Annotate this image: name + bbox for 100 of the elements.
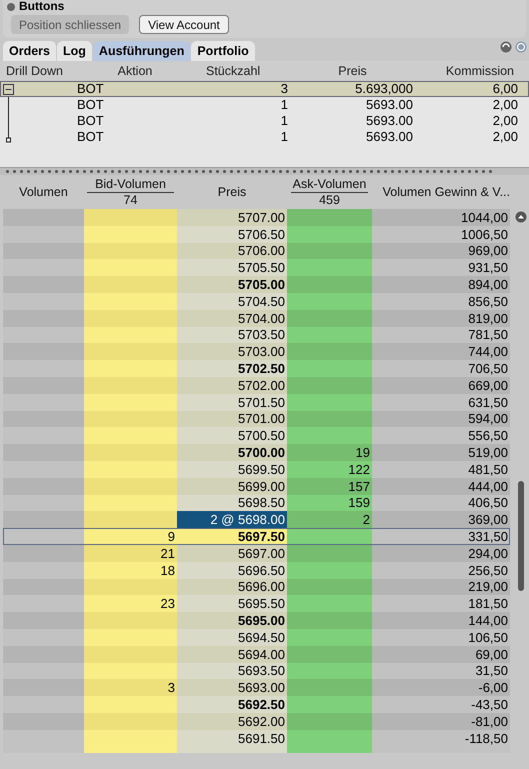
ask-cell[interactable]	[287, 679, 372, 696]
ask-cell[interactable]	[287, 376, 372, 394]
bid-cell[interactable]	[84, 444, 177, 461]
tab[interactable]: Portfolio	[191, 41, 255, 61]
price-cell[interactable]: 5702.50	[177, 360, 287, 377]
price-cell[interactable]: 5695.00	[177, 612, 287, 629]
price-cell[interactable]: 5705.00	[177, 276, 287, 293]
bid-cell[interactable]	[84, 376, 177, 394]
ask-cell[interactable]	[287, 528, 372, 545]
bid-cell[interactable]	[84, 460, 177, 478]
ask-cell[interactable]	[287, 276, 372, 293]
price-cell[interactable]: 5696.00	[177, 578, 287, 596]
execution-row[interactable]: BOT 1 5693.00 2,00	[0, 129, 529, 145]
ask-cell[interactable]	[287, 360, 372, 377]
bid-cell[interactable]: 23	[84, 595, 177, 612]
price-cell[interactable]: 5702.00	[177, 376, 287, 394]
price-cell[interactable]: 5692.50	[177, 696, 287, 713]
bid-cell[interactable]	[84, 646, 177, 663]
bid-cell[interactable]	[84, 410, 177, 428]
bid-cell[interactable]	[84, 578, 177, 596]
bid-cell[interactable]	[84, 292, 177, 310]
bid-cell[interactable]	[84, 494, 177, 512]
bid-cell[interactable]	[84, 730, 177, 746]
ask-cell[interactable]: 122	[287, 460, 372, 478]
ask-cell[interactable]	[287, 730, 372, 746]
ask-cell[interactable]	[287, 544, 372, 562]
price-cell[interactable]: 5700.50	[177, 427, 287, 444]
price-cell[interactable]: 5692.00	[177, 712, 287, 730]
execution-row[interactable]: BOT 3 5.693,000 6,00	[0, 81, 529, 97]
ask-cell[interactable]	[287, 612, 372, 629]
tab[interactable]: Ausführungen	[92, 41, 190, 61]
ask-cell[interactable]	[287, 292, 372, 310]
price-cell[interactable]: 5697.00	[177, 544, 287, 562]
ask-cell[interactable]	[287, 310, 372, 327]
scroll-thumb[interactable]	[518, 481, 524, 591]
bid-cell[interactable]	[84, 310, 177, 327]
bid-cell[interactable]	[84, 628, 177, 646]
price-cell[interactable]: 5706.00	[177, 242, 287, 260]
ask-cell[interactable]	[287, 242, 372, 260]
ask-cell[interactable]	[287, 628, 372, 646]
price-cell[interactable]: 5700.00	[177, 444, 287, 461]
execution-row[interactable]: BOT 1 5693.00 2,00	[0, 97, 529, 113]
ask-cell[interactable]	[287, 662, 372, 680]
bid-cell[interactable]	[84, 226, 177, 243]
ask-cell[interactable]	[287, 696, 372, 713]
bid-cell[interactable]	[84, 394, 177, 411]
ask-cell[interactable]	[287, 326, 372, 344]
price-cell[interactable]: 5706.50	[177, 226, 287, 243]
price-cell[interactable]: 5699.50	[177, 460, 287, 478]
bid-cell[interactable]	[84, 360, 177, 377]
price-cell[interactable]: 5693.00	[177, 679, 287, 696]
price-cell[interactable]: 5694.00	[177, 646, 287, 663]
bid-cell[interactable]: 3	[84, 679, 177, 696]
ask-cell[interactable]	[287, 343, 372, 360]
ask-cell[interactable]	[287, 578, 372, 596]
bid-cell[interactable]	[84, 276, 177, 293]
price-cell[interactable]: 5695.50	[177, 595, 287, 612]
bid-cell[interactable]: 18	[84, 562, 177, 579]
price-cell[interactable]: 5703.50	[177, 326, 287, 344]
bid-cell[interactable]	[84, 259, 177, 276]
ask-cell[interactable]	[287, 595, 372, 612]
price-cell[interactable]: 5703.00	[177, 343, 287, 360]
bid-cell[interactable]	[84, 427, 177, 444]
action-button[interactable]: View Account	[139, 15, 229, 34]
bid-cell[interactable]	[84, 326, 177, 344]
price-cell[interactable]: 5704.00	[177, 310, 287, 327]
ask-cell[interactable]: 157	[287, 478, 372, 495]
ask-cell[interactable]	[287, 410, 372, 428]
tab[interactable]: Orders	[3, 41, 56, 61]
ask-cell[interactable]	[287, 209, 372, 226]
price-cell[interactable]: 5694.50	[177, 628, 287, 646]
bid-cell[interactable]	[84, 209, 177, 226]
bid-cell[interactable]	[84, 696, 177, 713]
price-cell[interactable]: 5705.50	[177, 259, 287, 276]
splitter[interactable]	[0, 167, 529, 175]
ask-cell[interactable]	[287, 394, 372, 411]
price-cell[interactable]: 5707.00	[177, 209, 287, 226]
bid-cell[interactable]	[84, 478, 177, 495]
ask-cell[interactable]	[287, 226, 372, 243]
bid-cell[interactable]: 21	[84, 544, 177, 562]
price-cell[interactable]: 5699.00	[177, 478, 287, 495]
scroll-up-icon[interactable]	[515, 211, 527, 223]
bid-cell[interactable]	[84, 712, 177, 730]
price-cell[interactable]: 5701.50	[177, 394, 287, 411]
price-cell[interactable]: 5704.50	[177, 292, 287, 310]
collapse-icon[interactable]	[3, 84, 14, 94]
ask-cell[interactable]	[287, 259, 372, 276]
bid-cell[interactable]	[84, 612, 177, 629]
price-cell[interactable]: 5697.50	[177, 528, 287, 545]
ask-cell[interactable]	[287, 646, 372, 663]
bid-cell[interactable]	[84, 343, 177, 360]
ask-cell[interactable]	[287, 427, 372, 444]
ask-cell[interactable]: 2	[287, 511, 372, 528]
ask-cell[interactable]	[287, 712, 372, 730]
ask-cell[interactable]: 19	[287, 444, 372, 461]
price-cell[interactable]: 5701.00	[177, 410, 287, 428]
price-cell[interactable]: 5696.50	[177, 562, 287, 579]
price-cell[interactable]: 5693.50	[177, 662, 287, 680]
ask-cell[interactable]	[287, 562, 372, 579]
tab[interactable]: Log	[57, 41, 92, 61]
